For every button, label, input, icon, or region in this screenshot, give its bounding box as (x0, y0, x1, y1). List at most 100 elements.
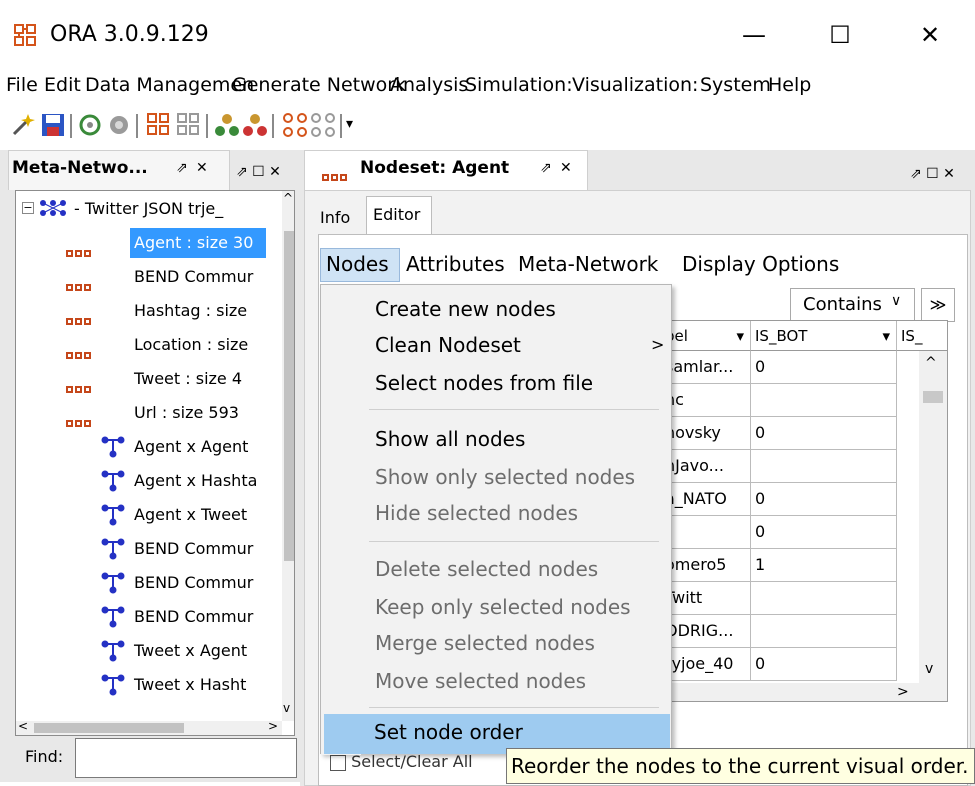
editor-menu-attributes[interactable]: Attributes (406, 252, 505, 276)
network-dots-icon[interactable] (282, 112, 308, 138)
panel-controls[interactable]: ⇗ ☐ ✕ (236, 164, 281, 180)
tree-item-nodeset[interactable]: BEND Commur (16, 265, 266, 297)
tree-hscroll-thumb[interactable] (34, 723, 184, 733)
tab-pin-icon[interactable]: ⇗ (176, 160, 188, 176)
agents-red-icon[interactable] (242, 112, 268, 138)
table-cell[interactable]: 1 (751, 549, 897, 582)
menu-item-merge-selected-nodes[interactable]: Merge selected nodes (375, 631, 595, 655)
menu-data-management[interactable]: Data Managemen (85, 74, 254, 96)
menu-item-create-new-nodes[interactable]: Create new nodes (375, 297, 556, 321)
tree-item-nodeset[interactable]: Url : size 593 (16, 401, 266, 433)
table-cell[interactable] (751, 384, 897, 417)
menu-visualization[interactable]: Visualization: (572, 74, 698, 96)
menu-item-move-selected-nodes[interactable]: Move selected nodes (375, 669, 586, 693)
scroll-down-icon[interactable]: v (925, 661, 933, 677)
menu-item-delete-selected-nodes[interactable]: Delete selected nodes (375, 557, 598, 581)
tab-close-icon[interactable]: ✕ (196, 160, 208, 176)
table-cell[interactable]: a_NATO (661, 483, 751, 516)
table-cell[interactable] (751, 450, 897, 483)
tab-info[interactable]: Info (316, 200, 366, 234)
tree-horizontal-scrollbar[interactable]: < > (16, 719, 282, 735)
tree-item-network[interactable]: Agent x Hashta (16, 469, 266, 501)
table-header[interactable]: IS_BOT ▾ (751, 321, 897, 351)
tree-item-network[interactable]: BEND Commur (16, 571, 266, 603)
node-table[interactable]: bel ▾ IS_BOT ▾ IS_ samlar... 0 nc hovsky 0… (660, 320, 948, 702)
tree-item-nodeset[interactable]: Hashtag : size (16, 299, 266, 331)
table-cell[interactable] (751, 615, 897, 648)
editor-menu-display-options[interactable]: Display Options (682, 252, 839, 276)
network-settings-icon[interactable] (106, 112, 132, 138)
scroll-up-icon[interactable]: ^ (925, 355, 937, 371)
tree-item-network[interactable]: Agent x Tweet (16, 503, 266, 535)
tab-pin-icon[interactable]: ⇗ (540, 160, 552, 176)
menu-item-show-only-selected-nodes[interactable]: Show only selected nodes (375, 465, 635, 489)
tab-close-icon[interactable]: ✕ (560, 160, 572, 176)
table-cell[interactable]: ryjoe_40 (661, 648, 751, 681)
tree-item-nodeset[interactable]: Tweet : size 4 (16, 367, 266, 399)
scroll-right-icon[interactable]: > (897, 684, 909, 700)
tree-item-network[interactable]: Tweet x Hasht (16, 673, 266, 705)
scroll-left-icon[interactable]: < (18, 719, 28, 733)
collapse-icon[interactable]: − (22, 202, 34, 214)
dropdown-icon[interactable]: ▾ (346, 116, 353, 132)
table-cell[interactable]: 0 (751, 483, 897, 516)
editor-menu-meta-network[interactable]: Meta-Network (518, 252, 658, 276)
menu-item-select-nodes-from-file[interactable]: Select nodes from file (375, 371, 593, 395)
expand-filter-button[interactable]: ≫ (921, 288, 955, 322)
editor-menu-nodes[interactable]: Nodes (326, 252, 389, 276)
table-horizontal-scrollbar[interactable]: > (661, 683, 947, 701)
menu-item-hide-selected-nodes[interactable]: Hide selected nodes (375, 501, 578, 525)
table-vertical-scrollbar[interactable]: ^ v (919, 351, 947, 683)
tree-vertical-scrollbar[interactable]: ^ v (282, 191, 294, 721)
tree-item-network[interactable]: Tweet x Agent (16, 639, 266, 671)
minimize-button[interactable]: — (722, 12, 786, 58)
tree-item-nodeset[interactable]: Location : size (16, 333, 266, 365)
scroll-down-icon[interactable]: v (283, 701, 290, 715)
menu-simulation[interactable]: Simulation: (465, 74, 573, 96)
close-button[interactable]: ✕ (898, 12, 962, 58)
table-cell[interactable]: Twitt (661, 582, 751, 615)
tree-item-network[interactable]: Agent x Agent (16, 435, 266, 467)
menu-file[interactable]: File (6, 74, 38, 96)
menu-generate-network[interactable]: Generate Network (232, 74, 406, 96)
menu-help[interactable]: Help (768, 74, 811, 96)
table-header[interactable]: bel ▾ (661, 321, 751, 351)
scroll-up-icon[interactable]: ^ (283, 191, 293, 205)
network-dots-gray-icon[interactable] (310, 112, 336, 138)
table-scroll-thumb[interactable] (923, 391, 943, 403)
table-cell[interactable]: nc (661, 384, 751, 417)
menu-system[interactable]: System (700, 74, 771, 96)
table-cell[interactable]: omero5 (661, 549, 751, 582)
menu-analysis[interactable]: Analysis (390, 74, 468, 96)
table-cell[interactable]: 0 (751, 417, 897, 450)
nodeset-icon[interactable] (146, 112, 172, 138)
menu-item-clean-nodeset[interactable]: Clean Nodeset (375, 333, 521, 357)
tab-editor[interactable]: Editor (366, 196, 432, 234)
table-cell[interactable] (751, 582, 897, 615)
table-header[interactable]: IS_ (897, 321, 947, 351)
wand-icon[interactable] (10, 112, 36, 138)
tree-scroll-thumb[interactable] (284, 231, 294, 561)
menu-item-keep-only-selected-nodes[interactable]: Keep only selected nodes (375, 595, 631, 619)
menu-edit[interactable]: Edit (44, 74, 81, 96)
network-gear-icon[interactable] (78, 112, 104, 138)
agents-icon[interactable] (214, 112, 240, 138)
table-cell[interactable]: 0 (751, 351, 897, 384)
save-icon[interactable] (40, 112, 66, 138)
table-cell[interactable]: samlar... (661, 351, 751, 384)
filter-mode-select[interactable]: Contains ∨ (790, 288, 915, 322)
tree-item-nodeset[interactable]: Agent : size 30 (16, 228, 266, 263)
table-cell[interactable] (661, 516, 751, 549)
scroll-right-icon[interactable]: > (268, 719, 278, 733)
meta-network-tree[interactable]: − - Twitter JSON trje_ Agent : size 30 B… (15, 190, 295, 736)
menu-item-show-all-nodes[interactable]: Show all nodes (375, 427, 525, 451)
nodeset-grid-icon[interactable] (176, 112, 202, 138)
table-cell[interactable]: 0 (751, 648, 897, 681)
table-cell[interactable]: 0 (751, 516, 897, 549)
tree-item-network[interactable]: BEND Commur (16, 605, 266, 637)
tree-root[interactable]: − - Twitter JSON trje_ (16, 197, 276, 229)
maximize-button[interactable]: ☐ (808, 12, 872, 58)
find-input[interactable] (75, 738, 297, 778)
tree-item-network[interactable]: BEND Commur (16, 537, 266, 569)
table-cell[interactable]: nJavo... (661, 450, 751, 483)
